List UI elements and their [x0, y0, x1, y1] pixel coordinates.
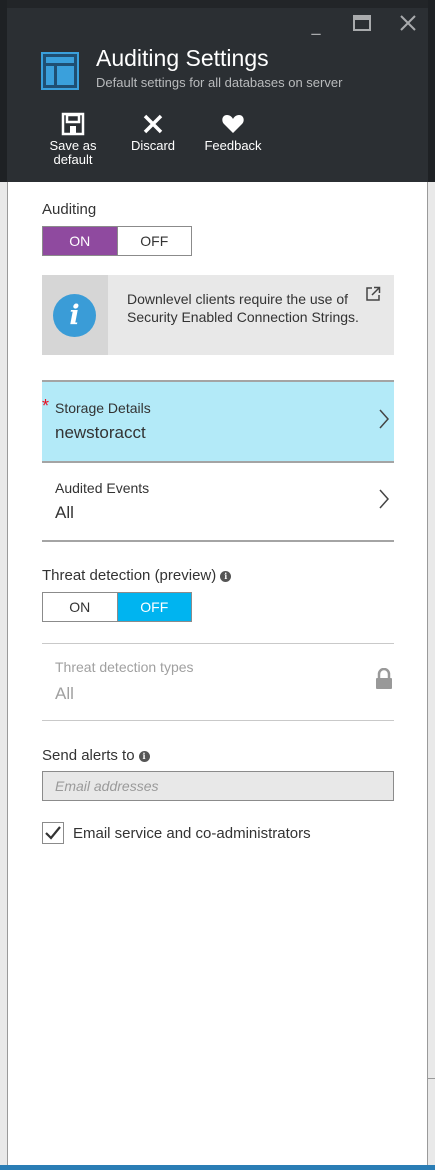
blade-header: _ Auditing Settings Default settings for…: [0, 0, 435, 182]
auditing-on-option[interactable]: ON: [43, 227, 117, 255]
send-alerts-label: Send alerts to: [42, 747, 135, 764]
storage-details-value: newstoracct: [55, 423, 146, 442]
checkmark-icon: [45, 826, 61, 840]
blade-title: Auditing Settings: [96, 45, 269, 71]
info-icon: i: [53, 294, 96, 337]
divider: [42, 720, 394, 721]
bottom-accent-bar: [0, 1165, 435, 1170]
header-right-edge: [428, 0, 435, 182]
info-banner-text: Downlevel clients require the use of Sec…: [127, 291, 359, 325]
heart-icon: [222, 115, 244, 133]
auditing-toggle[interactable]: ON OFF: [42, 226, 192, 256]
storage-details-row[interactable]: * Storage Details newstoracct: [42, 382, 394, 462]
threat-detection-label-wrap: Threat detection (preview) i: [42, 567, 232, 584]
header-left-edge: [0, 0, 7, 182]
threat-detection-types-value: All: [55, 684, 74, 703]
save-label-line2: default: [53, 152, 93, 167]
auditing-label: Auditing: [42, 201, 97, 218]
lock-icon: [376, 668, 392, 689]
minimize-button[interactable]: _: [304, 14, 328, 38]
save-as-default-button[interactable]: Save as default: [48, 112, 98, 167]
close-button[interactable]: [396, 14, 420, 38]
header-top-stripe: [0, 0, 435, 8]
blade-subtitle: Default settings for all databases on se…: [96, 75, 343, 90]
maximize-icon: [353, 15, 371, 31]
info-tooltip-icon[interactable]: i: [138, 751, 150, 762]
maximize-button[interactable]: [350, 14, 374, 38]
chevron-right-icon: [379, 489, 390, 509]
discard-icon: [143, 114, 163, 134]
storage-details-label: Storage Details: [55, 400, 151, 416]
info-tooltip-icon[interactable]: i: [220, 571, 232, 582]
divider: [42, 540, 394, 542]
email-admins-label: Email service and co-administrators: [73, 825, 311, 842]
save-icon: [61, 112, 85, 136]
threat-detection-label: Threat detection (preview): [42, 567, 217, 584]
audited-events-row[interactable]: Audited Events All: [42, 462, 394, 542]
external-link-icon[interactable]: [365, 286, 381, 302]
info-banner: i Downlevel clients require the use of S…: [42, 275, 394, 355]
feedback-label: Feedback: [204, 138, 262, 153]
threat-detection-toggle[interactable]: ON OFF: [42, 592, 192, 622]
save-label-line1: Save as: [49, 138, 97, 153]
email-admins-checkbox[interactable]: [42, 822, 64, 844]
threat-detection-types-label: Threat detection types: [55, 659, 194, 675]
required-marker: *: [42, 396, 50, 416]
chevron-right-icon: [379, 409, 390, 429]
feedback-button[interactable]: Feedback: [203, 112, 263, 153]
auditing-off-option[interactable]: OFF: [116, 227, 192, 255]
threat-detection-on-option[interactable]: ON: [43, 593, 117, 621]
send-alerts-label-wrap: Send alerts to i: [42, 747, 150, 764]
sql-blade-icon: [41, 52, 79, 90]
close-icon: [400, 15, 416, 31]
threat-detection-off-option[interactable]: OFF: [116, 593, 191, 621]
discard-button[interactable]: Discard: [128, 112, 178, 153]
info-icon-pane: i: [42, 275, 108, 355]
edge-tick: [428, 1078, 435, 1079]
threat-detection-types-row: Threat detection types All: [42, 644, 394, 720]
discard-label: Discard: [130, 138, 176, 153]
audited-events-label: Audited Events: [55, 480, 150, 496]
audited-events-value: All: [55, 503, 74, 522]
email-addresses-input[interactable]: Email addresses: [42, 771, 394, 801]
